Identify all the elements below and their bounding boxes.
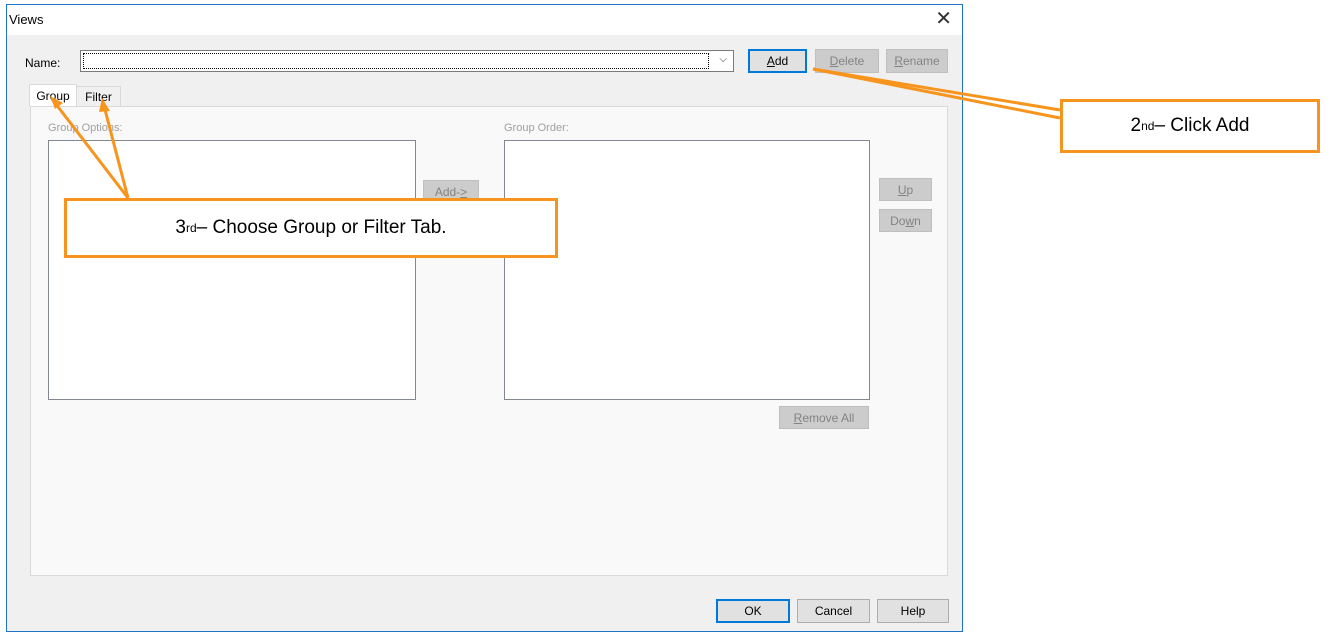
delete-button-label-post: elete (838, 54, 865, 68)
down-button-label-post: n (914, 213, 921, 228)
down-button-mnemonic: w (905, 213, 915, 228)
name-label: Name: (25, 56, 61, 70)
chevron-down-icon[interactable]: ⌵ (719, 54, 727, 65)
delete-button[interactable]: Delete (815, 49, 879, 73)
callout-third-text: – Choose Group or Filter Tab. (196, 217, 447, 238)
rename-button-label-post: ename (902, 54, 940, 68)
callout-third-sup: rd (185, 221, 197, 235)
tab-filter[interactable]: Filter (76, 86, 121, 106)
up-button-mnemonic: U (897, 182, 907, 197)
callout-second-ord: 2 (1130, 115, 1142, 136)
rename-button-mnemonic: R (894, 54, 903, 68)
callout-second-text: – Click Add (1154, 115, 1250, 136)
add-to-order-label-pre: Add- (434, 184, 461, 199)
rename-button[interactable]: Rename (886, 49, 948, 73)
up-button-label-post: p (906, 182, 914, 197)
group-options-list[interactable] (48, 140, 416, 400)
window-title: Views (9, 12, 44, 27)
callout-third-step: 3rd – Choose Group or Filter Tab. (64, 198, 558, 258)
remove-all-mnemonic: R (793, 410, 803, 425)
tab-group[interactable]: Group (29, 84, 77, 106)
group-options-label: Group Options: (48, 122, 123, 134)
remove-all-button[interactable]: Remove All (779, 406, 869, 429)
callout-second-step: 2nd – Click Add (1060, 99, 1320, 153)
add-to-order-mnemonic: > (460, 184, 468, 199)
add-button-label-post: dd (774, 54, 789, 68)
callout-third-ord: 3 (175, 217, 186, 238)
title-bar: Views ✕ (7, 5, 962, 35)
delete-button-mnemonic: D (829, 54, 839, 68)
name-value (83, 53, 709, 69)
name-combobox[interactable]: ⌵ (80, 50, 734, 72)
callout-second-sup: nd (1141, 119, 1155, 133)
remove-all-label-post: emove All (802, 410, 855, 425)
help-button[interactable]: Help (877, 599, 949, 623)
group-order-list[interactable] (504, 140, 870, 400)
ok-button[interactable]: OK (716, 599, 790, 623)
up-button[interactable]: Up (879, 178, 932, 201)
close-icon[interactable]: ✕ (935, 8, 952, 30)
down-button[interactable]: Do w n (879, 209, 932, 232)
group-tab-panel: Group Options: Group Order: Add- > Up Do w… (30, 106, 948, 576)
group-order-label: Group Order: (504, 122, 569, 134)
cancel-button[interactable]: Cancel (797, 599, 870, 623)
views-dialog: Views ✕ Name: ⌵ Add Delete Rename Group … (6, 4, 963, 632)
down-button-label-pre: Do (890, 213, 906, 228)
add-button[interactable]: Add (748, 49, 807, 73)
add-button-mnemonic: A (766, 54, 775, 68)
